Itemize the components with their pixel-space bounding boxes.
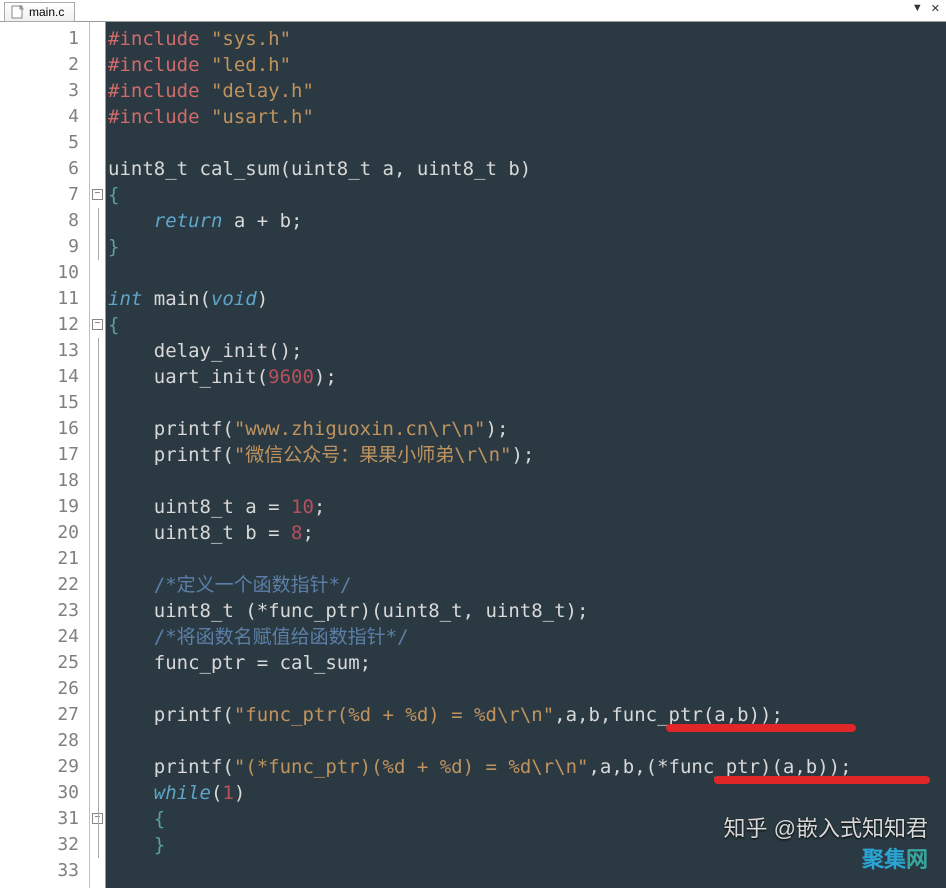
line-number: 10 [0, 260, 89, 286]
line-number: 32 [0, 832, 89, 858]
line-number: 26 [0, 676, 89, 702]
code-line [106, 676, 946, 702]
file-tab-main-c[interactable]: main.c [4, 2, 75, 22]
line-number: 24 [0, 624, 89, 650]
line-number: 30 [0, 780, 89, 806]
tab-close-icon[interactable]: ✕ [929, 2, 942, 15]
code-line [106, 546, 946, 572]
code-line: #include "sys.h" [106, 26, 946, 52]
line-number: 3 [0, 78, 89, 104]
line-number: 8 [0, 208, 89, 234]
code-line: int main(void) [106, 286, 946, 312]
code-line: #include "delay.h" [106, 78, 946, 104]
code-line [106, 390, 946, 416]
code-area[interactable]: #include "sys.h" #include "led.h" #inclu… [106, 22, 946, 888]
code-line [106, 130, 946, 156]
line-number: 6 [0, 156, 89, 182]
line-number: 28 [0, 728, 89, 754]
fold-toggle-icon[interactable]: − [92, 319, 103, 330]
code-line: #include "usart.h" [106, 104, 946, 130]
fold-margin: − − − [90, 22, 106, 888]
code-line: /*定义一个函数指针*/ [106, 572, 946, 598]
code-line: } [106, 234, 946, 260]
c-file-icon [11, 5, 25, 19]
code-line: printf("www.zhiguoxin.cn\r\n"); [106, 416, 946, 442]
annotation-underline [666, 724, 856, 732]
line-number: 7 [0, 182, 89, 208]
tab-controls: ▼ ✕ [910, 2, 942, 15]
line-number: 22 [0, 572, 89, 598]
line-number-gutter: 1 2 3 4 5 6 7 8 9 10 11 12 13 14 15 16 1… [0, 22, 90, 888]
code-line: /*将函数名赋值给函数指针*/ [106, 624, 946, 650]
line-number: 25 [0, 650, 89, 676]
code-line: uint8_t (*func_ptr)(uint8_t, uint8_t); [106, 598, 946, 624]
code-line: uint8_t cal_sum(uint8_t a, uint8_t b) [106, 156, 946, 182]
code-line: func_ptr = cal_sum; [106, 650, 946, 676]
code-line: uint8_t b = 8; [106, 520, 946, 546]
line-number: 33 [0, 858, 89, 884]
watermark-site: 聚集网 [862, 842, 928, 874]
code-line [106, 260, 946, 286]
code-line: uint8_t a = 10; [106, 494, 946, 520]
fold-toggle-icon[interactable]: − [92, 189, 103, 200]
annotation-underline [714, 776, 930, 784]
line-number: 17 [0, 442, 89, 468]
code-line: printf("微信公众号：果果小师弟\r\n"); [106, 442, 946, 468]
tab-label: main.c [29, 5, 64, 19]
editor: 1 2 3 4 5 6 7 8 9 10 11 12 13 14 15 16 1… [0, 22, 946, 888]
line-number: 5 [0, 130, 89, 156]
line-number: 29 [0, 754, 89, 780]
line-number: 16 [0, 416, 89, 442]
code-line: { [106, 312, 946, 338]
line-number: 23 [0, 598, 89, 624]
code-line: #include "led.h" [106, 52, 946, 78]
line-number: 20 [0, 520, 89, 546]
line-number: 4 [0, 104, 89, 130]
line-number: 19 [0, 494, 89, 520]
code-line [106, 468, 946, 494]
line-number: 13 [0, 338, 89, 364]
line-number: 2 [0, 52, 89, 78]
watermark-zhihu: 知乎 @嵌入式知知君 [724, 811, 928, 843]
line-number: 11 [0, 286, 89, 312]
line-number: 9 [0, 234, 89, 260]
code-line: { [106, 182, 946, 208]
line-number: 14 [0, 364, 89, 390]
code-line [106, 858, 946, 884]
line-number: 15 [0, 390, 89, 416]
line-number: 31 [0, 806, 89, 832]
code-line: delay_init(); [106, 338, 946, 364]
tab-bar: main.c ▼ ✕ [0, 0, 946, 22]
line-number: 1 [0, 26, 89, 52]
line-number: 21 [0, 546, 89, 572]
code-line: uart_init(9600); [106, 364, 946, 390]
line-number: 18 [0, 468, 89, 494]
line-number: 12 [0, 312, 89, 338]
tab-dropdown-icon[interactable]: ▼ [910, 2, 925, 15]
line-number: 27 [0, 702, 89, 728]
code-line: return a + b; [106, 208, 946, 234]
